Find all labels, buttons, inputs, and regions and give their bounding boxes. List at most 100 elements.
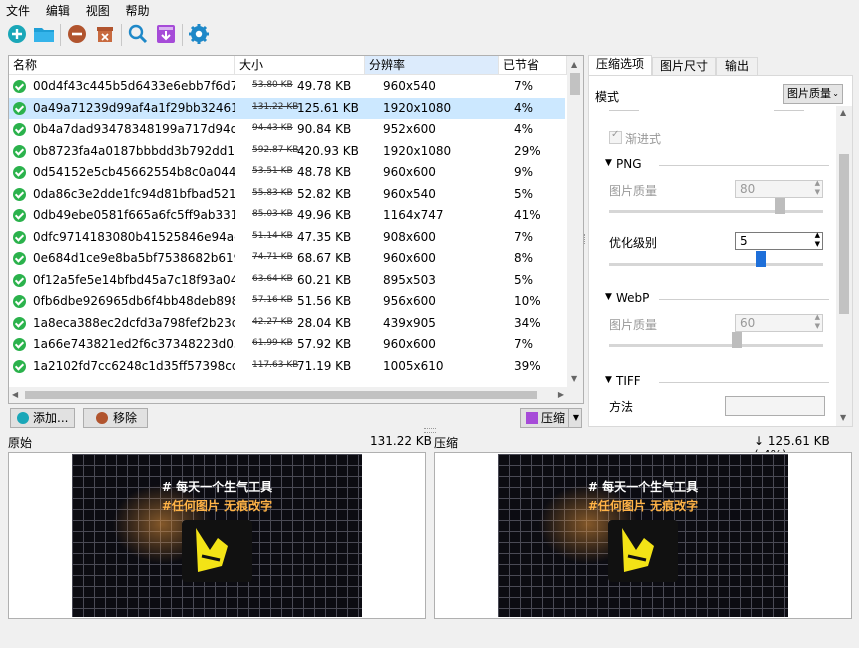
compressed-size: 52.82 KB [297, 186, 352, 201]
menu-view[interactable]: 视图 [80, 0, 116, 19]
compressed-size: 420.93 KB [297, 143, 359, 158]
tab-image-size[interactable]: 图片尺寸 [652, 57, 716, 75]
compressed-size: 48.78 KB [297, 165, 352, 179]
scroll-down-arrow-icon[interactable]: ▼ [571, 374, 577, 383]
collapse-arrow-icon[interactable]: ▼ [605, 375, 612, 385]
file-list[interactable]: 名称 ^ 大小 分辨率 已节省 00d4f43c445b5d6433e6ebb7… [8, 55, 584, 404]
table-row[interactable]: 1a8eca388ec2dcfd3a798fef2b23d6f9.p 42.27 … [9, 313, 565, 334]
tab-label: 输出 [724, 59, 749, 73]
compress-download-icon[interactable] [155, 23, 177, 45]
menu-edit[interactable]: 编辑 [40, 0, 76, 19]
original-size: 55.83 KB [252, 187, 293, 198]
column-header-saved[interactable]: 已节省 [499, 56, 567, 75]
tab-compression-options[interactable]: 压缩选项 [588, 55, 652, 76]
scroll-up-arrow-icon[interactable]: ▲ [840, 108, 846, 117]
original-size: 61.99 KB [252, 338, 293, 348]
optimize-level-spinbox[interactable]: 5 ▲ ▼ [735, 231, 823, 250]
tab-output[interactable]: 输出 [716, 57, 758, 75]
remove-icon[interactable] [66, 23, 88, 45]
table-row[interactable]: 1a66e743821ed2f6c37348223d050c58. 61.99 K… [9, 334, 565, 355]
add-icon[interactable] [6, 23, 28, 45]
folder-icon[interactable] [32, 23, 56, 45]
status-ok-icon [13, 187, 26, 201]
spin-arrows-icon[interactable]: ▲ ▼ [815, 231, 820, 249]
options-vertical-scrollbar[interactable]: ▲ ▼ [836, 106, 852, 426]
collapse-arrow-icon[interactable]: ▼ [605, 158, 612, 168]
scroll-right-arrow-icon[interactable]: ▶ [558, 390, 564, 399]
menu-help[interactable]: 帮助 [120, 0, 156, 19]
spin-arrows-icon[interactable]: ▲ ▼ [815, 313, 820, 331]
column-header-name[interactable]: 名称 ^ [9, 56, 235, 75]
column-header-resolution[interactable]: 分辨率 [365, 56, 499, 75]
compress-dropdown-arrow-icon[interactable]: ▼ [568, 409, 583, 427]
scroll-up-arrow-icon[interactable]: ▲ [571, 60, 577, 69]
optimize-level-slider-thumb[interactable] [755, 251, 766, 267]
menu-file[interactable]: 文件 [0, 0, 36, 19]
remove-button[interactable]: 移除 [83, 408, 148, 428]
horizontal-scroll-thumb[interactable] [25, 391, 537, 399]
image-caption-line2: #任何图片 无痕改字 [161, 499, 273, 513]
webp-quality-slider-thumb[interactable] [732, 332, 743, 348]
original-size: 131.22 KB [370, 434, 432, 448]
original-preview[interactable]: # 每天一个生气工具 #任何图片 无痕改字 [8, 452, 426, 619]
optimize-level-value: 5 [740, 234, 748, 248]
webp-quality-label: 图片质量 [609, 318, 658, 332]
tiff-method-select[interactable] [725, 396, 825, 416]
compressed-preview[interactable]: # 每天一个生气工具 #任何图片 无痕改字 [434, 452, 852, 619]
table-row[interactable]: 00d4f43c445b5d6433e6ebb7f6d7c0d9 53.80 KB… [9, 76, 565, 97]
table-row[interactable]: 0da86c3e2dde1fc94d81bfbad521cd3f. 55.83 K… [9, 184, 565, 205]
png-quality-slider[interactable] [609, 198, 823, 214]
png-quality-slider-thumb[interactable] [775, 198, 786, 214]
vertical-scroll-thumb[interactable] [570, 73, 580, 95]
table-row[interactable]: 0e684d1ce9e8ba5bf7538682b6198d66 74.71 KB… [9, 248, 565, 269]
saved-percent: 4% [514, 122, 534, 136]
webp-quality-spinbox[interactable]: 60 ▲ ▼ [735, 313, 823, 332]
add-button[interactable]: 添加... [10, 408, 75, 428]
compressed-size: 71.19 KB [297, 358, 352, 373]
settings-icon[interactable] [188, 23, 210, 45]
table-row[interactable]: 0dfc9714183080b41525846e94ae8d5a 51.14 KB… [9, 227, 565, 248]
optimize-level-slider[interactable] [609, 251, 823, 267]
status-ok-icon [13, 144, 26, 158]
search-icon[interactable] [127, 23, 149, 45]
table-row[interactable]: 0b8723fa4a0187bbbdd3b792dd1f4304 592.87 K… [9, 141, 565, 162]
saved-percent: 7% [514, 229, 534, 244]
scroll-down-arrow-icon[interactable]: ▼ [840, 413, 846, 422]
logo-backdrop [608, 520, 678, 582]
mode-select-value: 图片质量 [787, 87, 831, 100]
webp-quality-slider[interactable] [609, 332, 823, 348]
table-row[interactable]: 0f12a5fe5e14bfbd45a7c18f93a04437.p 63.64 … [9, 270, 565, 291]
vertical-scrollbar[interactable]: ▲ ▼ [567, 56, 583, 403]
table-row[interactable]: 0a49a71239d99af4a1f29bb324611249. 131.22 … [9, 97, 565, 119]
section-divider [659, 165, 829, 166]
resolution: 1005x610 [383, 358, 444, 373]
table-row[interactable]: 0db49ebe0581f665a6fc5ff9ab3315dd.p 85.03 … [9, 205, 565, 226]
table-row[interactable]: 0d54152e5cb45662554b8c0a044870f8. 53.51 K… [9, 162, 565, 183]
image-caption-line1: # 每天一个生气工具 [161, 480, 273, 494]
clear-icon[interactable] [94, 23, 116, 45]
options-scroll-thumb[interactable] [839, 154, 849, 314]
section-divider [659, 299, 829, 300]
table-row[interactable]: 0b4a7dad93478348199a717d94dc8bb 94.43 KB 9… [9, 119, 565, 140]
compress-button[interactable]: 压缩 ▼ [520, 408, 582, 428]
png-quality-spinbox[interactable]: 80 ▲ ▼ [735, 179, 823, 198]
column-header-size[interactable]: 大小 [235, 56, 365, 75]
progressive-checkbox[interactable]: ✓ [609, 129, 622, 144]
file-name: 0db49ebe0581f665a6fc5ff9ab3315dd.p [33, 208, 235, 222]
status-ok-icon [13, 295, 26, 308]
clipped-control [774, 106, 804, 111]
collapse-arrow-icon[interactable]: ▼ [605, 292, 612, 302]
saved-percent: 9% [514, 165, 534, 179]
horizontal-scrollbar[interactable]: ◀ ▶ [9, 387, 567, 403]
status-ok-icon [13, 359, 26, 373]
tab-label: 图片尺寸 [659, 59, 708, 73]
scroll-left-arrow-icon[interactable]: ◀ [12, 390, 18, 399]
options-tabs: 压缩选项 图片尺寸 输出 [588, 55, 854, 76]
image-caption-line1: # 每天一个生气工具 [587, 480, 699, 494]
spin-arrows-icon[interactable]: ▲ ▼ [815, 179, 820, 197]
horizontal-splitter-handle[interactable] [424, 428, 436, 433]
table-row[interactable]: 1a2102fd7cc6248c1d35ff57398cd84e.p 117.63… [9, 356, 565, 377]
mode-select[interactable]: 图片质量 ⌄ [783, 84, 843, 104]
original-size: 85.03 KB [252, 209, 293, 219]
table-row[interactable]: 0fb6dbe926965db6f4bb48deb8988ed6 57.16 KB… [9, 291, 565, 312]
